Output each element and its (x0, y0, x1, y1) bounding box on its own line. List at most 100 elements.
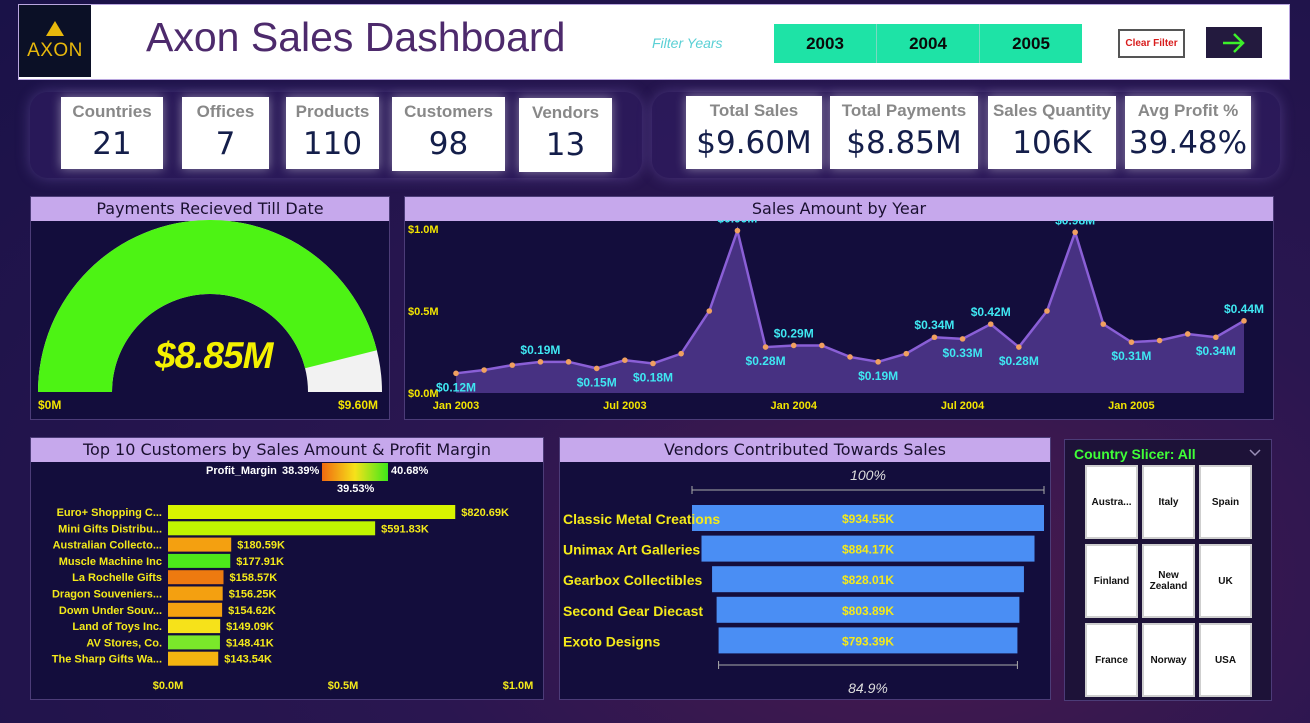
data-label: $0.28M (999, 354, 1039, 368)
data-point (481, 367, 487, 373)
country-tile-finland[interactable]: Finland (1085, 544, 1138, 618)
kpi-value: $9.60M (696, 125, 812, 161)
kpi-sales-quantity: Sales Quantity 106K (988, 96, 1116, 169)
kpi-value: 21 (92, 126, 132, 162)
kpi-label: Products (295, 102, 370, 121)
data-point (1128, 339, 1135, 345)
gauge-max-label: $9.60M (338, 398, 379, 412)
data-point (931, 334, 938, 341)
data-point (593, 365, 600, 372)
customer-value-label: $148.41K (226, 637, 274, 649)
logo-triangle-icon (46, 20, 64, 36)
vendor-label: Classic Metal Creations (563, 511, 720, 527)
kpi-value: 13 (545, 127, 586, 163)
y-tick-label: $0.0M (408, 388, 439, 400)
data-point (453, 370, 459, 377)
data-label: $0.18M (633, 370, 673, 384)
kpi-value: 7 (215, 126, 236, 162)
country-tile-australia[interactable]: Austra... (1085, 465, 1138, 539)
data-label: $0.44M (1224, 302, 1264, 316)
country-tile-new-zealand[interactable]: New Zealand (1142, 544, 1195, 618)
data-point (509, 362, 516, 368)
gauge-value: $8.85M (155, 335, 273, 376)
gauge-min-label: $0M (38, 398, 62, 412)
data-point (622, 357, 628, 363)
vendor-label: Second Gear Diecast (563, 603, 703, 619)
customer-label: La Rochelle Gifts (72, 572, 162, 584)
kpi-label: Total Sales (709, 101, 799, 120)
customer-value-label: $591.83K (381, 523, 429, 535)
country-tile-uk[interactable]: UK (1199, 544, 1252, 618)
customer-bar (168, 635, 220, 650)
kpi-value: 98 (428, 126, 469, 162)
data-point (565, 359, 572, 365)
customer-label: Land of Toys Inc. (72, 621, 162, 633)
customer-bar (168, 619, 221, 634)
y-tick-label: $1.0M (408, 224, 439, 236)
customer-value-label: $156.25K (229, 589, 277, 601)
data-point (537, 359, 544, 365)
y-tick-label: $0.5M (408, 306, 439, 318)
customer-value-label: $149.09K (226, 621, 274, 633)
data-label: $0.34M (914, 318, 954, 332)
customer-bar (168, 505, 456, 519)
data-point (1156, 337, 1163, 344)
customer-bar (168, 537, 232, 552)
kpi-avg-profit: Avg Profit % 39.48% (1125, 96, 1251, 169)
vendors-title: Vendors Contributed Towards Sales (560, 438, 1050, 462)
customer-label: Muscle Machine Inc (59, 556, 162, 568)
vendor-value-label: $884.17K (842, 543, 894, 557)
x-tick-label: Jul 2003 (603, 400, 646, 412)
customer-label: Down Under Souv... (59, 605, 162, 617)
data-label: $0.99M (717, 220, 757, 226)
kpi-offices: Offices 7 (182, 97, 269, 169)
customer-bar (168, 570, 224, 585)
data-label: $0.34M (1196, 344, 1236, 358)
x-tick-label: $0.0M (153, 680, 184, 692)
clear-filter-button[interactable]: Clear Filter (1118, 29, 1185, 58)
logo-text: AXON (27, 39, 83, 61)
country-tile-france[interactable]: France (1085, 623, 1138, 697)
country-tile-usa[interactable]: USA (1199, 623, 1252, 697)
customer-label: Euro+ Shopping C... (57, 507, 162, 519)
customer-bar (168, 586, 223, 601)
customer-label: Australian Collecto... (53, 540, 162, 552)
year-button-2003[interactable]: 2003 (774, 24, 876, 63)
data-point (678, 350, 684, 357)
customer-value-label: $177.91K (236, 556, 284, 568)
next-page-button[interactable] (1206, 27, 1262, 58)
customer-value-label: $143.54K (224, 654, 272, 666)
country-tile-norway[interactable]: Norway (1142, 623, 1195, 697)
data-label: $0.19M (520, 343, 560, 357)
gauge-title: Payments Recieved Till Date (31, 197, 389, 221)
country-tile-italy[interactable]: Italy (1142, 465, 1195, 539)
funnel-top-bracket (691, 486, 1045, 494)
kpi-value: 110 (302, 126, 363, 162)
data-label: $0.12M (436, 380, 476, 394)
kpi-value: 39.48% (1128, 125, 1248, 161)
year-button-2005[interactable]: 2005 (980, 24, 1082, 63)
vendor-label: Unimax Art Galleries (563, 542, 700, 558)
kpi-label: Customers (404, 102, 493, 121)
data-point (959, 336, 966, 342)
customer-bar (168, 651, 219, 666)
kpi-label: Sales Quantity (992, 101, 1112, 120)
customer-bar (168, 521, 376, 536)
x-tick-label: $1.0M (503, 680, 534, 692)
legend-mid: 39.53% (337, 483, 375, 495)
data-point (875, 359, 881, 365)
data-label: $0.29M (774, 326, 814, 340)
chevron-down-icon[interactable] (1248, 446, 1262, 460)
kpi-customers: Customers 98 (392, 97, 505, 171)
country-tile-spain[interactable]: Spain (1199, 465, 1252, 539)
customer-bar (168, 553, 231, 568)
country-slicer-title: Country Slicer: All (1074, 446, 1196, 462)
year-button-2004[interactable]: 2004 (877, 24, 979, 63)
arrow-right-icon (1223, 32, 1245, 53)
page-title: Axon Sales Dashboard (146, 14, 566, 60)
data-point (762, 344, 769, 350)
data-point (650, 360, 656, 367)
x-tick-label: Jul 2004 (941, 400, 985, 412)
data-label: $0.19M (858, 369, 898, 383)
data-point (1044, 308, 1050, 314)
